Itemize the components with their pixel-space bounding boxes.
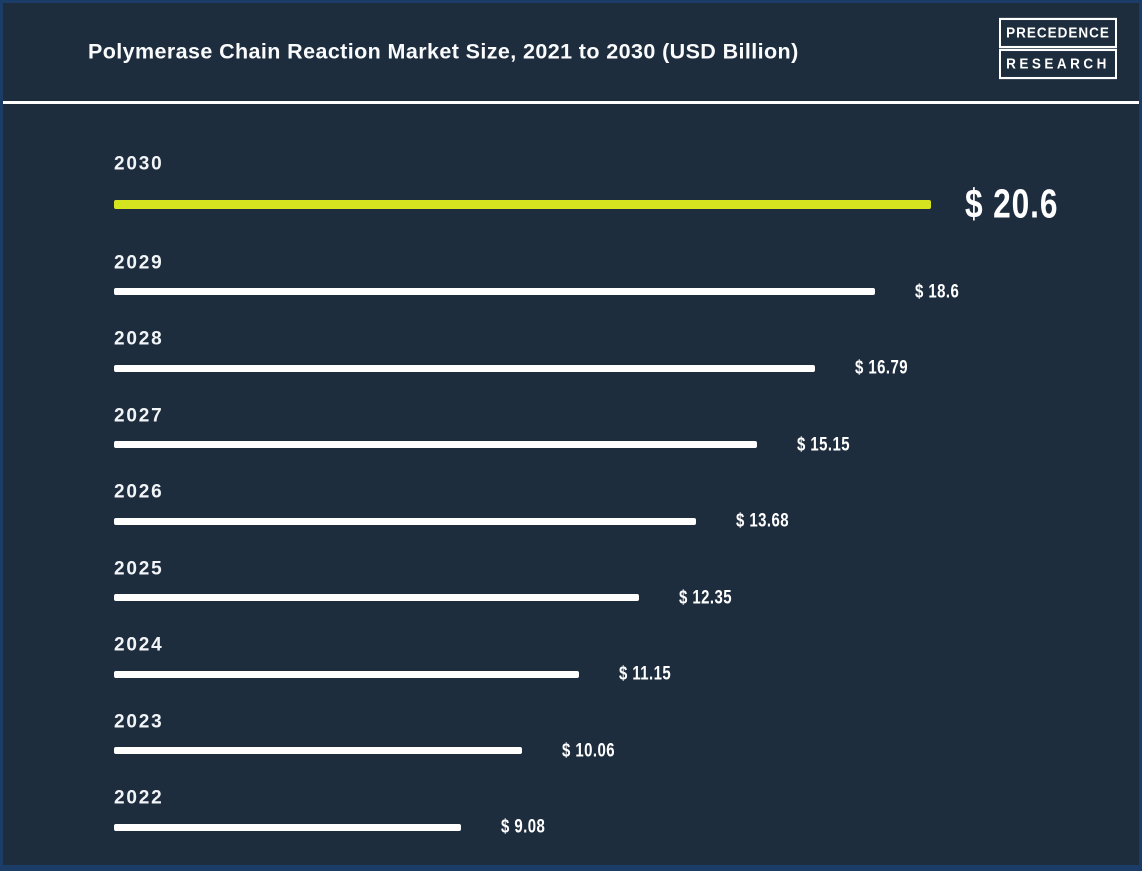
bar [114, 823, 461, 831]
chart-row: 2030 $ 20.6 [114, 153, 1139, 227]
bar [114, 364, 815, 372]
bar [114, 594, 639, 601]
value-label: $ 15.15 [797, 433, 851, 455]
value-label: $ 10.06 [562, 739, 616, 761]
bar-line: $ 18.6 [114, 280, 1139, 302]
value-label: $ 20.6 [965, 180, 1059, 227]
logo-line-research: RESEARCH [999, 48, 1117, 80]
bar-line: $ 10.06 [114, 739, 1139, 761]
bar-line: $ 11.15 [114, 662, 1139, 685]
chart-row: 2028 $ 16.79 [114, 328, 1139, 378]
value-label: $ 16.79 [855, 356, 909, 379]
value-label: $ 13.68 [736, 509, 790, 532]
bar-line: $ 12.35 [114, 586, 1139, 608]
year-label: 2022 [114, 787, 164, 809]
chart-row: 2025 $ 12.35 [114, 558, 1139, 608]
bar [114, 747, 522, 754]
chart-title: Polymerase Chain Reaction Market Size, 2… [88, 39, 799, 64]
year-label: 2025 [114, 557, 164, 579]
year-label: 2023 [114, 710, 164, 732]
year-label: 2021 [114, 864, 1139, 866]
bar-line: $ 16.79 [114, 356, 1139, 379]
chart-row: 2023 $ 10.06 [114, 711, 1139, 761]
chart-row: 2026 $ 13.68 [114, 481, 1139, 531]
chart-header: Polymerase Chain Reaction Market Size, 2… [3, 3, 1139, 104]
year-label: 2030 [114, 153, 164, 175]
bar [114, 517, 696, 525]
bar-line: $ 13.68 [114, 509, 1139, 532]
value-label: $ 11.15 [619, 662, 672, 685]
year-label: 2024 [114, 634, 164, 656]
year-label: 2029 [114, 251, 164, 273]
bar [114, 288, 875, 295]
bar [114, 670, 579, 678]
bar-chart: 2030 $ 20.6 2029 $ 18.6 2028 $ 16.79 202… [3, 104, 1139, 866]
logo-line-precedence: PRECEDENCE [999, 17, 1117, 49]
precedence-research-logo: PRECEDENCE RESEARCH [999, 17, 1117, 80]
bar-line: $ 20.6 [114, 180, 1139, 227]
year-label: 2026 [114, 481, 164, 503]
bar [114, 441, 757, 448]
bar-line: $ 15.15 [114, 433, 1139, 455]
chart-row: 2024 $ 11.15 [114, 634, 1139, 684]
value-label: $ 18.6 [915, 280, 960, 302]
year-label: 2027 [114, 404, 164, 426]
chart-row: 2021 $ 8.2 [114, 864, 1139, 866]
value-label: $ 9.08 [501, 815, 546, 838]
bar-line: $ 9.08 [114, 815, 1139, 838]
chart-row: 2022 $ 9.08 [114, 787, 1139, 837]
bar [114, 199, 931, 209]
chart-row: 2027 $ 15.15 [114, 405, 1139, 455]
year-label: 2028 [114, 328, 164, 350]
value-label: $ 12.35 [679, 586, 733, 608]
chart-row: 2029 $ 18.6 [114, 252, 1139, 302]
chart-canvas: Polymerase Chain Reaction Market Size, 2… [0, 0, 1142, 871]
